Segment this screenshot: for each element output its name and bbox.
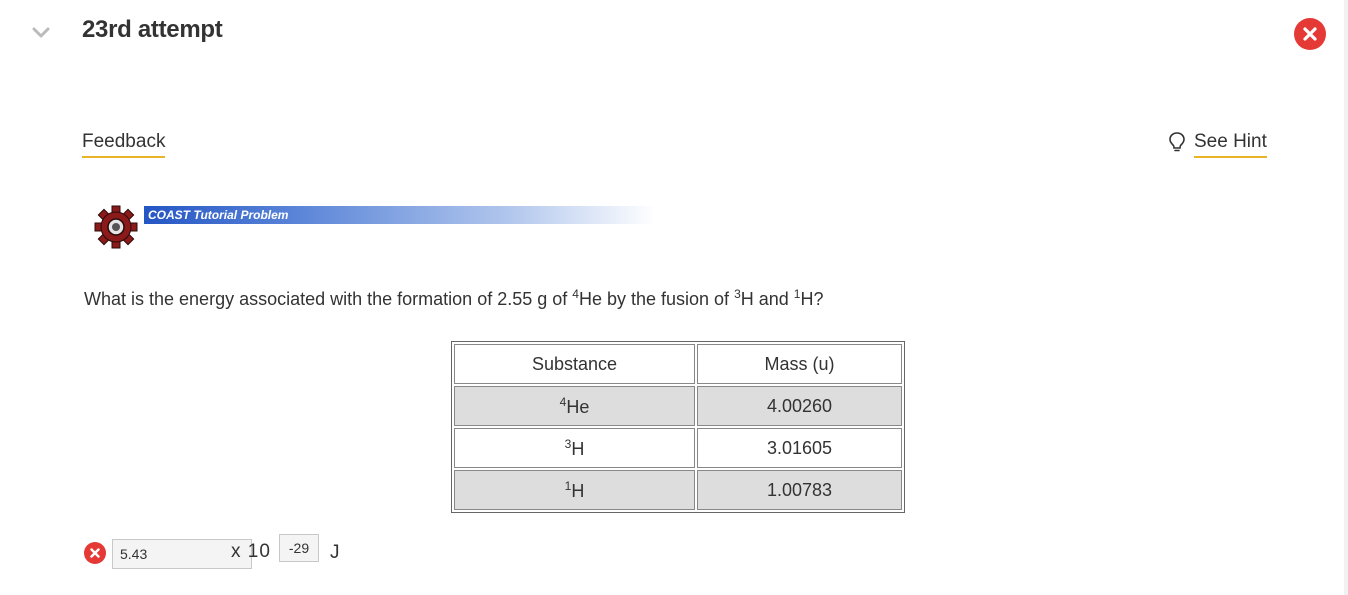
table-header-row: Substance Mass (u) — [454, 344, 902, 384]
attempt-title: 23rd attempt — [82, 16, 223, 43]
lightbulb-icon — [1168, 131, 1186, 158]
question-part: H and — [740, 289, 794, 309]
incorrect-icon — [84, 542, 106, 564]
scrollbar-track — [1344, 0, 1348, 595]
see-hint-label: See Hint — [1194, 131, 1267, 158]
mass-cell: 1.00783 — [697, 470, 902, 510]
column-header-mass: Mass (u) — [697, 344, 902, 384]
element-symbol: H — [571, 438, 585, 459]
superscript: 4 — [572, 287, 579, 301]
table-row: 3H 3.01605 — [454, 428, 902, 468]
superscript: 3 — [734, 287, 741, 301]
substance-cell: 1H — [454, 470, 695, 510]
coast-banner-label: COAST Tutorial Problem — [148, 208, 289, 222]
element-symbol: H — [571, 480, 585, 501]
question-part: What is the energy associated with the f… — [84, 289, 573, 309]
see-hint-button[interactable]: See Hint — [1168, 131, 1267, 158]
close-icon[interactable] — [1294, 18, 1326, 50]
question-text: What is the energy associated with the f… — [84, 287, 824, 310]
question-part: H? — [800, 289, 824, 309]
times-ten-label: x 10 — [231, 541, 271, 562]
mass-cell: 3.01605 — [697, 428, 902, 468]
column-header-substance: Substance — [454, 344, 695, 384]
substance-cell: 3H — [454, 428, 695, 468]
mass-cell: 4.00260 — [697, 386, 902, 426]
question-part: He by the fusion of — [578, 289, 735, 309]
answer-exponent-input[interactable] — [279, 534, 319, 562]
table-row: 1H 1.00783 — [454, 470, 902, 510]
feedback-link[interactable]: Feedback — [82, 131, 166, 158]
mass-table: Substance Mass (u) 4He 4.00260 3H 3.0160… — [451, 341, 905, 513]
table-row: 4He 4.00260 — [454, 386, 902, 426]
chevron-down-icon[interactable] — [31, 22, 51, 42]
element-symbol: He — [566, 396, 590, 417]
unit-label: J — [330, 542, 340, 563]
substance-cell: 4He — [454, 386, 695, 426]
coast-banner: COAST Tutorial Problem — [144, 206, 656, 224]
gear-icon — [94, 205, 138, 249]
